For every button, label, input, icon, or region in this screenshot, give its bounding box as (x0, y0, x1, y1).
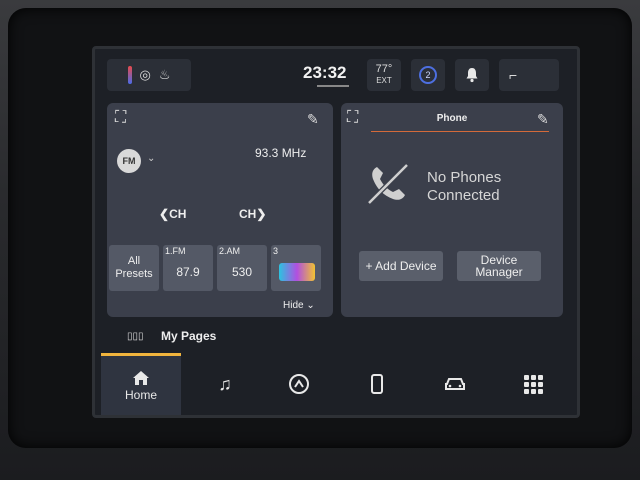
climate-shortcuts[interactable]: ◎ ♨ (107, 59, 191, 91)
temperature-gauge-icon (127, 66, 132, 84)
home-icon (133, 370, 149, 385)
temperature-label: EXT (376, 76, 392, 85)
chevron-down-icon[interactable]: ⌄ (147, 153, 155, 164)
frequency-display: 93.3 MHz (255, 146, 307, 160)
all-presets-button[interactable]: All Presets (109, 245, 159, 291)
steering-wheel-heat-icon[interactable]: ◎ (140, 67, 151, 83)
apps-grid-icon (523, 374, 543, 394)
radio-widget: ⛶ ✎ FM ⌄ 93.3 MHz ❮CH CH❯ All Presets 1.… (107, 103, 333, 317)
channel-next-button[interactable]: CH❯ (239, 207, 266, 221)
no-phone-icon (367, 163, 409, 205)
expand-icon[interactable]: ⛶ (115, 109, 126, 127)
preset-3-number: 3 (273, 246, 279, 256)
channel-prev-label: CH (169, 207, 187, 221)
preset-1-label: 1.FM (165, 246, 186, 256)
hide-presets-button[interactable]: Hide ⌄ (283, 300, 315, 311)
preset-2-label: 2.AM (219, 246, 241, 256)
nav-home-label: Home (124, 387, 157, 402)
chevron-left-icon: ❮ (159, 207, 170, 221)
nav-phone-button[interactable] (347, 353, 407, 415)
add-device-button[interactable]: + Add Device (359, 251, 443, 281)
chevron-down-icon: ⌄ (306, 300, 315, 311)
driving-mode-icon (289, 374, 309, 394)
vehicle-icon (445, 378, 465, 390)
nav-apps-button[interactable] (503, 353, 563, 415)
notifications-button[interactable] (455, 59, 489, 91)
phone-widget: ⛶ Phone ✎ No Phones Connected + Add Devi… (341, 103, 563, 317)
phone-title: Phone (436, 113, 468, 124)
preset-1-value: 87.9 (176, 265, 200, 279)
no-phones-line2: Connected (427, 187, 500, 204)
seat-controls-button[interactable]: ⌐ (499, 59, 559, 91)
nav-home-button[interactable]: Home (101, 353, 181, 415)
temperature-value: 77° (375, 63, 393, 75)
channel-prev-button[interactable]: ❮CH (159, 207, 186, 221)
my-pages-button[interactable]: My Pages (161, 329, 216, 343)
clock: 23:32 (303, 63, 347, 82)
edit-pencil-icon[interactable]: ✎ (307, 111, 319, 128)
hide-label: Hide (283, 300, 304, 311)
chevron-right-icon: ❯ (256, 207, 267, 221)
nav-media-button[interactable]: ♫ (195, 353, 255, 415)
my-pages-icon[interactable]: ▯▯▯ (127, 331, 144, 342)
band-badge[interactable]: FM (117, 149, 141, 173)
phone-title-underline (371, 131, 549, 132)
all-presets-label: All Presets (115, 255, 153, 280)
no-phones-status: No Phones Connected (427, 169, 501, 205)
seat-heat-icon[interactable]: ♨ (159, 67, 171, 83)
device-manager-button[interactable]: Device Manager (457, 251, 541, 281)
clock-underline (317, 85, 349, 87)
preset-2-value: 530 (231, 265, 253, 279)
phone-device-icon (371, 374, 383, 394)
nav-driving-button[interactable] (267, 353, 331, 415)
user-profile-button[interactable]: 2 (411, 59, 445, 91)
music-icon: ♫ (218, 373, 232, 394)
user-profile-icon: 2 (419, 66, 437, 84)
preset-1-button[interactable]: 1.FM 87.9 (163, 245, 213, 291)
station-logo-icon (279, 263, 315, 281)
infotainment-screen: ◎ ♨ 23:32 77° EXT 2 ⌐ ⛶ ✎ FM ⌄ 93.3 MHz … (92, 46, 580, 418)
preset-3-button[interactable]: 2.AM 3 (271, 245, 321, 291)
preset-2-button[interactable]: 2.AM 530 (217, 245, 267, 291)
channel-next-label: CH (239, 207, 257, 221)
notification-bell-icon (466, 68, 478, 83)
edit-pencil-icon[interactable]: ✎ (537, 111, 549, 128)
no-phones-line1: No Phones (427, 169, 502, 186)
nav-vehicle-button[interactable] (423, 353, 487, 415)
bottom-nav: Home ♫ (95, 353, 577, 415)
status-bar: ◎ ♨ 23:32 77° EXT 2 ⌐ (95, 49, 577, 97)
exterior-temperature: 77° EXT (367, 59, 401, 91)
seat-icon: ⌐ (509, 67, 518, 83)
